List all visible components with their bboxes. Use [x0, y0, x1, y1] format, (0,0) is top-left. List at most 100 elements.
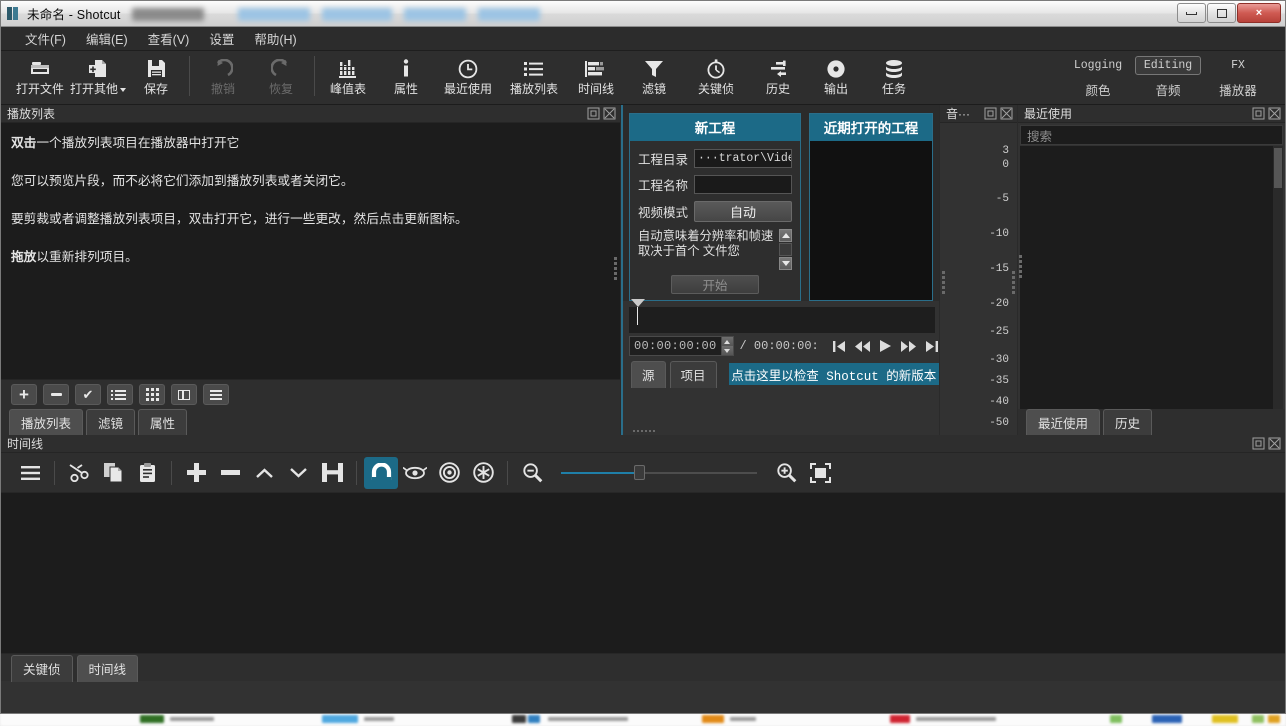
close-panel-icon[interactable] — [603, 107, 616, 120]
menu-edit[interactable]: 编辑(E) — [76, 27, 138, 50]
overwrite-button[interactable] — [281, 457, 315, 489]
layout-audio-button[interactable]: 音频 — [1146, 77, 1189, 102]
layout-color-button[interactable]: 颜色 — [1076, 77, 1119, 102]
zoom-slider[interactable] — [561, 464, 757, 482]
open-file-button[interactable]: 打开文件 — [11, 53, 69, 103]
tab-playlist[interactable]: 播放列表 — [9, 409, 83, 436]
layout-logging-button[interactable]: Logging — [1065, 56, 1131, 75]
export-button[interactable]: 输出 — [807, 53, 865, 103]
close-button[interactable]: × — [1237, 3, 1281, 23]
float-panel-icon[interactable] — [984, 107, 997, 120]
close-panel-icon[interactable] — [1268, 437, 1281, 450]
view-details-button[interactable] — [171, 384, 197, 405]
tab-filters[interactable]: 滤镜 — [86, 409, 135, 436]
fast-forward-icon[interactable] — [901, 341, 916, 352]
project-name-input[interactable] — [694, 175, 792, 194]
search-input[interactable]: 搜索 — [1020, 125, 1283, 145]
split-button[interactable] — [315, 457, 349, 489]
add-to-playlist-button[interactable]: + — [11, 384, 37, 405]
tab-project[interactable]: 项目 — [670, 361, 717, 388]
zoom-out-button[interactable] — [515, 457, 549, 489]
video-mode-select[interactable]: 自动 — [694, 201, 792, 222]
timeline-menu-button[interactable] — [13, 457, 47, 489]
peak-meter-button[interactable]: 峰值表 — [319, 53, 377, 103]
play-icon[interactable] — [880, 340, 891, 352]
layout-player-button[interactable]: 播放器 — [1210, 77, 1266, 102]
description-scrollbar[interactable] — [779, 229, 792, 270]
audio-panel-splitter-right[interactable] — [1012, 271, 1015, 294]
recent-items-list[interactable] — [1020, 146, 1283, 409]
undo-button[interactable]: 撤销 — [194, 53, 252, 103]
menu-help[interactable]: 帮助(H) — [244, 27, 306, 50]
ripple-toggle[interactable] — [432, 457, 466, 489]
audio-panel-splitter-left[interactable] — [942, 271, 945, 294]
playlist-button[interactable]: 播放列表 — [501, 53, 567, 103]
layout-editing-button[interactable]: Editing — [1135, 56, 1201, 75]
skip-next-icon[interactable] — [926, 341, 938, 352]
save-button[interactable]: 保存 — [127, 53, 185, 103]
redo-button[interactable]: 恢复 — [252, 53, 310, 103]
project-dir-input[interactable]: ···trator\Videos — [694, 149, 792, 168]
cut-button[interactable] — [62, 457, 96, 489]
panel-splitter-handle[interactable] — [614, 257, 617, 280]
ripple-delete-button[interactable] — [213, 457, 247, 489]
tab-source[interactable]: 源 — [631, 361, 666, 388]
timeline-tracks-canvas[interactable] — [1, 493, 1285, 653]
recent-button[interactable]: 最近使用 — [435, 53, 501, 103]
check-for-update-banner[interactable]: 点击这里以检查 Shotcut 的新版本 — [729, 363, 939, 385]
copy-button[interactable] — [96, 457, 130, 489]
zoom-in-button[interactable] — [769, 457, 803, 489]
menu-view[interactable]: 查看(V) — [138, 27, 200, 50]
scrollbar-thumb[interactable] — [1274, 148, 1282, 188]
zoom-fit-button[interactable] — [803, 457, 837, 489]
menu-settings[interactable]: 设置 — [199, 27, 244, 50]
scroll-down-arrow-icon[interactable] — [779, 257, 792, 270]
jobs-button[interactable]: 任务 — [865, 53, 923, 103]
maximize-button[interactable] — [1207, 3, 1236, 23]
float-panel-icon[interactable] — [1252, 437, 1265, 450]
remove-from-playlist-button[interactable] — [43, 384, 69, 405]
layout-fx-button[interactable]: FX — [1222, 56, 1254, 75]
recent-panel-splitter[interactable] — [1019, 255, 1022, 278]
tab-keyframes[interactable]: 关键侦 — [11, 655, 73, 682]
tab-timeline[interactable]: 时间线 — [77, 655, 139, 682]
append-button[interactable] — [179, 457, 213, 489]
menu-file[interactable]: 文件(F) — [15, 27, 76, 50]
ripple-all-tracks-toggle[interactable] — [466, 457, 500, 489]
view-list-button[interactable] — [107, 384, 133, 405]
zoom-slider-handle[interactable] — [634, 465, 645, 480]
recent-list-scrollbar[interactable] — [1273, 146, 1283, 409]
scrollbar-trough[interactable] — [779, 243, 792, 256]
rewind-icon[interactable] — [855, 341, 870, 352]
tab-recent[interactable]: 最近使用 — [1026, 409, 1100, 436]
history-button[interactable]: 历史 — [749, 53, 807, 103]
view-tiles-button[interactable] — [139, 384, 165, 405]
tab-properties[interactable]: 属性 — [138, 409, 187, 436]
close-panel-icon[interactable] — [1268, 107, 1281, 120]
playlist-bullets-icon — [524, 57, 544, 80]
scroll-up-arrow-icon[interactable] — [779, 229, 792, 242]
position-timecode[interactable]: 00:00:00:00 — [629, 336, 734, 356]
start-button[interactable]: 开始 — [671, 275, 759, 294]
close-panel-icon[interactable] — [1000, 107, 1013, 120]
snap-toggle[interactable] — [364, 457, 398, 489]
open-other-button[interactable]: 打开其他 — [69, 53, 127, 103]
recent-projects-list[interactable] — [810, 141, 932, 300]
scrub-bar[interactable] — [629, 307, 935, 333]
keyframes-button[interactable]: 关键侦 — [683, 53, 749, 103]
tab-history[interactable]: 历史 — [1103, 409, 1152, 436]
minimize-button[interactable] — [1177, 3, 1206, 23]
timecode-stepper[interactable] — [721, 337, 733, 355]
filters-button[interactable]: 滤镜 — [625, 53, 683, 103]
lift-button[interactable] — [247, 457, 281, 489]
playhead-marker[interactable] — [631, 299, 645, 307]
timeline-button[interactable]: 时间线 — [567, 53, 625, 103]
scrub-while-dragging-toggle[interactable] — [398, 457, 432, 489]
float-panel-icon[interactable] — [1252, 107, 1265, 120]
properties-button[interactable]: 属性 — [377, 53, 435, 103]
float-panel-icon[interactable] — [587, 107, 600, 120]
skip-previous-icon[interactable] — [833, 341, 845, 352]
playlist-menu-button[interactable] — [203, 384, 229, 405]
paste-button[interactable] — [130, 457, 164, 489]
update-playlist-item-button[interactable]: ✔ — [75, 384, 101, 405]
